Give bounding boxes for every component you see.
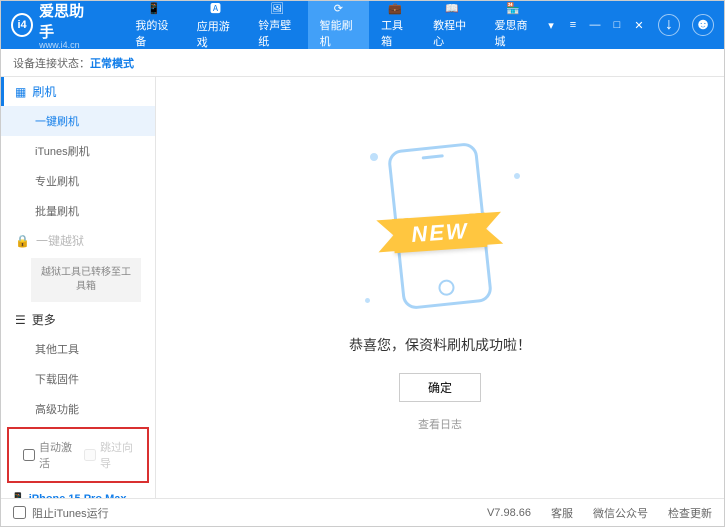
nav-smart-flash[interactable]: ⟳智能刷机 <box>308 1 369 49</box>
support-link[interactable]: 客服 <box>551 505 573 521</box>
apps-icon: 🅰 <box>207 0 225 16</box>
titlebar: i4 爱思助手 www.i4.cn 📱我的设备 🅰应用游戏 🖼铃声壁纸 ⟳智能刷… <box>1 1 724 49</box>
minimize-icon[interactable]: — <box>588 18 602 32</box>
menu-icon[interactable]: ▾ <box>544 18 558 32</box>
brand-block: 爱思助手 www.i4.cn <box>39 0 93 50</box>
sidebar: ▦ 刷机 一键刷机 iTunes刷机 专业刷机 批量刷机 🔒 一键越狱 越狱工具… <box>1 77 156 498</box>
nav-toolbox[interactable]: 💼工具箱 <box>369 1 421 49</box>
nav-tutorials[interactable]: 📖教程中心 <box>421 1 482 49</box>
sidebar-item-advanced[interactable]: 高级功能 <box>1 394 155 424</box>
download-icon[interactable]: ↓ <box>658 14 680 36</box>
nav-store[interactable]: 🏪爱思商城 <box>483 1 544 49</box>
status-mode: 正常模式 <box>90 55 134 71</box>
toolbox-icon: 💼 <box>386 1 404 15</box>
success-message: 恭喜您，保资料刷机成功啦！ <box>349 335 531 355</box>
auto-activate-checkbox[interactable] <box>23 449 35 461</box>
device-icon: 📱 <box>145 1 163 15</box>
nav-my-device[interactable]: 📱我的设备 <box>123 1 184 49</box>
book-icon: 📖 <box>443 1 461 15</box>
maximize-icon[interactable]: □ <box>610 18 624 32</box>
brand-name: 爱思助手 <box>39 3 84 41</box>
skip-guide-label: 跳过向导 <box>100 439 133 471</box>
confirm-button[interactable]: 确定 <box>399 373 481 402</box>
version-label: V7.98.66 <box>487 507 531 519</box>
skip-guide-checkbox <box>84 449 96 461</box>
close-icon[interactable]: ✕ <box>632 18 646 32</box>
store-icon: 🏪 <box>504 1 522 15</box>
sidebar-item-itunes-flash[interactable]: iTunes刷机 <box>1 136 155 166</box>
sidebar-item-download-firmware[interactable]: 下载固件 <box>1 364 155 394</box>
phone-icon: 📱 <box>11 492 25 498</box>
nav-tabs: 📱我的设备 🅰应用游戏 🖼铃声壁纸 ⟳智能刷机 💼工具箱 📖教程中心 🏪爱思商城 <box>123 1 544 49</box>
nav-apps[interactable]: 🅰应用游戏 <box>185 1 246 49</box>
view-log-link[interactable]: 查看日志 <box>418 416 462 432</box>
settings-icon[interactable]: ≡ <box>566 18 580 32</box>
lock-icon: 🔒 <box>15 234 30 248</box>
check-update-link[interactable]: 检查更新 <box>668 505 712 521</box>
flash-section-icon: ▦ <box>15 85 26 99</box>
nav-ringtones[interactable]: 🖼铃声壁纸 <box>246 1 307 49</box>
sidebar-item-batch-flash[interactable]: 批量刷机 <box>1 196 155 226</box>
sidebar-section-jailbreak: 🔒 一键越狱 <box>1 226 155 255</box>
more-icon: ☰ <box>15 313 26 327</box>
title-controls: ▾ ≡ — □ ✕ ↓ ☻ <box>544 14 714 36</box>
wechat-link[interactable]: 微信公众号 <box>593 505 648 521</box>
logo-icon: i4 <box>11 13 33 37</box>
sidebar-item-other-tools[interactable]: 其他工具 <box>1 334 155 364</box>
block-itunes-label: 阻止iTunes运行 <box>32 505 109 521</box>
user-icon[interactable]: ☻ <box>692 14 714 36</box>
jailbreak-moved-note: 越狱工具已转移至工具箱 <box>31 258 141 302</box>
new-badge: NEW <box>392 213 487 253</box>
flash-icon: ⟳ <box>329 1 347 15</box>
image-icon: 🖼 <box>268 1 286 15</box>
sidebar-item-pro-flash[interactable]: 专业刷机 <box>1 166 155 196</box>
brand-url: www.i4.cn <box>39 40 93 50</box>
device-info[interactable]: 📱iPhone 15 Pro Max 512GB iPhone <box>1 486 155 498</box>
sidebar-section-more[interactable]: ☰ 更多 <box>1 305 155 334</box>
sidebar-item-onekey-flash[interactable]: 一键刷机 <box>1 106 155 136</box>
statusbar: 设备连接状态： 正常模式 <box>1 49 724 77</box>
main-content: NEW 恭喜您，保资料刷机成功啦！ 确定 查看日志 <box>156 77 724 498</box>
auto-activate-label: 自动激活 <box>39 439 72 471</box>
bottombar: 阻止iTunes运行 V7.98.66 客服 微信公众号 检查更新 <box>1 498 724 526</box>
status-label: 设备连接状态： <box>13 55 90 71</box>
block-itunes-checkbox[interactable] <box>13 506 26 519</box>
success-illustration: NEW <box>340 143 540 323</box>
highlighted-options: 自动激活 跳过向导 <box>7 427 149 483</box>
sidebar-section-flash[interactable]: ▦ 刷机 <box>1 77 155 106</box>
